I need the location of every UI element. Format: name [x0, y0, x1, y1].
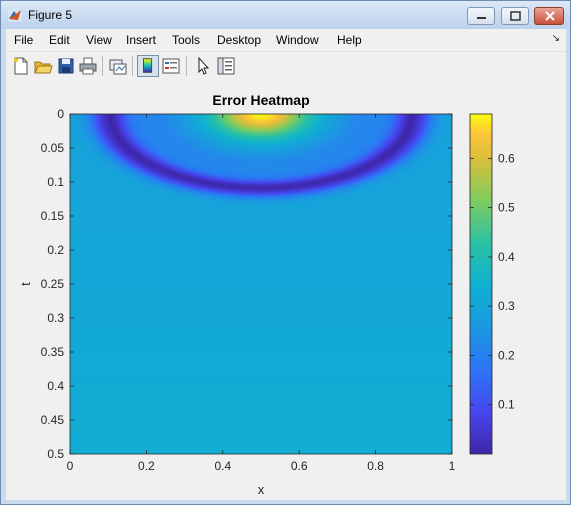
- maximize-button[interactable]: [501, 7, 529, 25]
- figure-window: Figure 5 File Edit View Insert Tools Des…: [0, 0, 571, 505]
- menu-insert[interactable]: Insert: [126, 33, 156, 47]
- heatmap-plot: 0 0.2 0.4 0.6 0.8 1 0 0.05 0.1 0.15 0.2 0.25 0.3 0.3…: [18, 92, 515, 497]
- y-tick-label: 0.4: [47, 379, 64, 393]
- maximize-icon: [510, 11, 521, 21]
- pointer-icon[interactable]: [192, 55, 214, 77]
- figure-canvas: 0 0.2 0.4 0.6 0.8 1 0 0.05 0.1 0.15 0.2 0.25 0.3 0.3…: [6, 81, 566, 500]
- menu-view[interactable]: View: [86, 33, 112, 47]
- x-tick-label: 0.8: [367, 459, 384, 473]
- matlab-logo-icon: [8, 8, 22, 22]
- title-bar[interactable]: Figure 5: [1, 1, 570, 29]
- menu-tools[interactable]: Tools: [172, 33, 200, 47]
- window-title: Figure 5: [28, 8, 73, 22]
- toolbar-separator: [102, 56, 103, 76]
- chart-title: Error Heatmap: [212, 92, 309, 108]
- colorbar-tick-label: 0.2: [498, 348, 515, 362]
- colorbar-tick-label: 0.5: [498, 201, 515, 215]
- property-inspector-icon[interactable]: [215, 55, 237, 77]
- y-tick-label: 0.5: [47, 447, 64, 461]
- x-axis-label: x: [258, 482, 265, 497]
- y-tick-label: 0: [57, 107, 64, 121]
- print-icon[interactable]: [77, 55, 99, 77]
- x-tick-label: 0.4: [214, 459, 231, 473]
- y-tick-label: 0.15: [41, 209, 65, 223]
- new-figure-icon[interactable]: [10, 55, 32, 77]
- save-icon[interactable]: [55, 55, 77, 77]
- colorbar-tick-label: 0.4: [498, 250, 515, 264]
- colorbar-icon[interactable]: [137, 55, 159, 77]
- close-button[interactable]: [534, 7, 564, 25]
- y-tick-label: 0.35: [41, 345, 65, 359]
- colorbar-tick-label: 0.6: [498, 151, 515, 165]
- menu-file[interactable]: File: [14, 33, 33, 47]
- menu-help[interactable]: Help: [337, 33, 362, 47]
- y-tick-label: 0.2: [47, 243, 64, 257]
- dock-arrow-icon[interactable]: ↘: [552, 33, 560, 44]
- y-tick-label: 0.05: [41, 141, 65, 155]
- y-axis-label: t: [18, 282, 33, 286]
- colorbar: [469, 113, 493, 455]
- y-tick-label: 0.1: [47, 175, 64, 189]
- legend-icon[interactable]: [160, 55, 182, 77]
- x-tick-label: 0.2: [138, 459, 155, 473]
- menu-window[interactable]: Window: [276, 33, 319, 47]
- y-tick-label: 0.45: [41, 413, 65, 427]
- link-plot-icon[interactable]: [107, 55, 129, 77]
- y-tick-label: 0.25: [41, 277, 65, 291]
- toolbar-separator: [186, 56, 187, 76]
- figure-toolbar: [6, 51, 566, 82]
- toolbar-separator: [132, 56, 133, 76]
- menu-bar: File Edit View Insert Tools Desktop Wind…: [6, 29, 566, 51]
- heatmap-image: [70, 114, 452, 454]
- y-tick-label: 0.3: [47, 311, 64, 325]
- x-tick-label: 1: [449, 459, 456, 473]
- minimize-button[interactable]: [467, 7, 495, 25]
- colorbar-tick-label: 0.3: [498, 299, 515, 313]
- close-icon: [545, 11, 555, 21]
- minimize-icon: [477, 17, 486, 19]
- open-icon[interactable]: [32, 55, 54, 77]
- x-tick-label: 0.6: [291, 459, 308, 473]
- menu-edit[interactable]: Edit: [49, 33, 70, 47]
- menu-desktop[interactable]: Desktop: [217, 33, 261, 47]
- colorbar-tick-label: 0.1: [498, 398, 515, 412]
- x-tick-label: 0: [67, 459, 74, 473]
